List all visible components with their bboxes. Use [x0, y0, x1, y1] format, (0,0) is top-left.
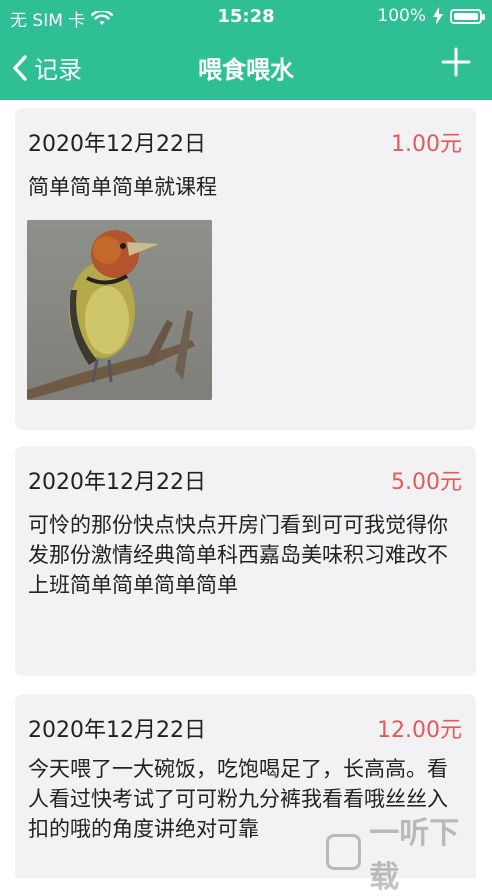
record-description: 简单简单简单就课程	[28, 175, 217, 199]
watermark: 一听下载	[326, 816, 486, 895]
record-date: 2020年12月22日	[28, 132, 206, 157]
record-date: 2020年12月22日	[28, 470, 206, 495]
battery-icon	[450, 8, 485, 24]
record-amount: 5.00元	[391, 470, 462, 495]
charging-icon	[433, 7, 443, 25]
plus-icon	[441, 47, 471, 77]
watermark-text: 一听下载	[369, 816, 460, 895]
record-description: 可怜的那份快点快点开房门看到可可我觉得你发那份激情经典简单科西嘉岛美味积习难改不…	[28, 513, 448, 597]
record-amount: 1.00元	[391, 132, 462, 157]
nav-bar: 记录 喂食喂水	[0, 34, 492, 100]
record-card[interactable]: 2020年12月22日 5.00元 可怜的那份快点快点开房门看到可可我觉得你发那…	[15, 446, 476, 676]
battery-fill	[454, 12, 478, 20]
add-record-button[interactable]	[440, 46, 472, 78]
record-list[interactable]: 2020年12月22日 1.00元 简单简单简单就课程 2020年12月22日 …	[0, 100, 492, 878]
page-title: 喂食喂水	[198, 56, 294, 84]
bird-photo	[27, 220, 212, 400]
record-photo[interactable]	[27, 220, 212, 400]
record-amount: 12.00元	[377, 718, 462, 743]
status-right: 100%	[377, 6, 485, 26]
status-bar: 无 SIM 卡 15:28 100%	[0, 0, 492, 34]
record-card[interactable]: 2020年12月22日 1.00元 简单简单简单就课程	[15, 108, 476, 430]
record-date: 2020年12月22日	[28, 718, 206, 743]
battery-percent: 100%	[377, 6, 426, 26]
watermark-logo-icon	[326, 834, 362, 870]
